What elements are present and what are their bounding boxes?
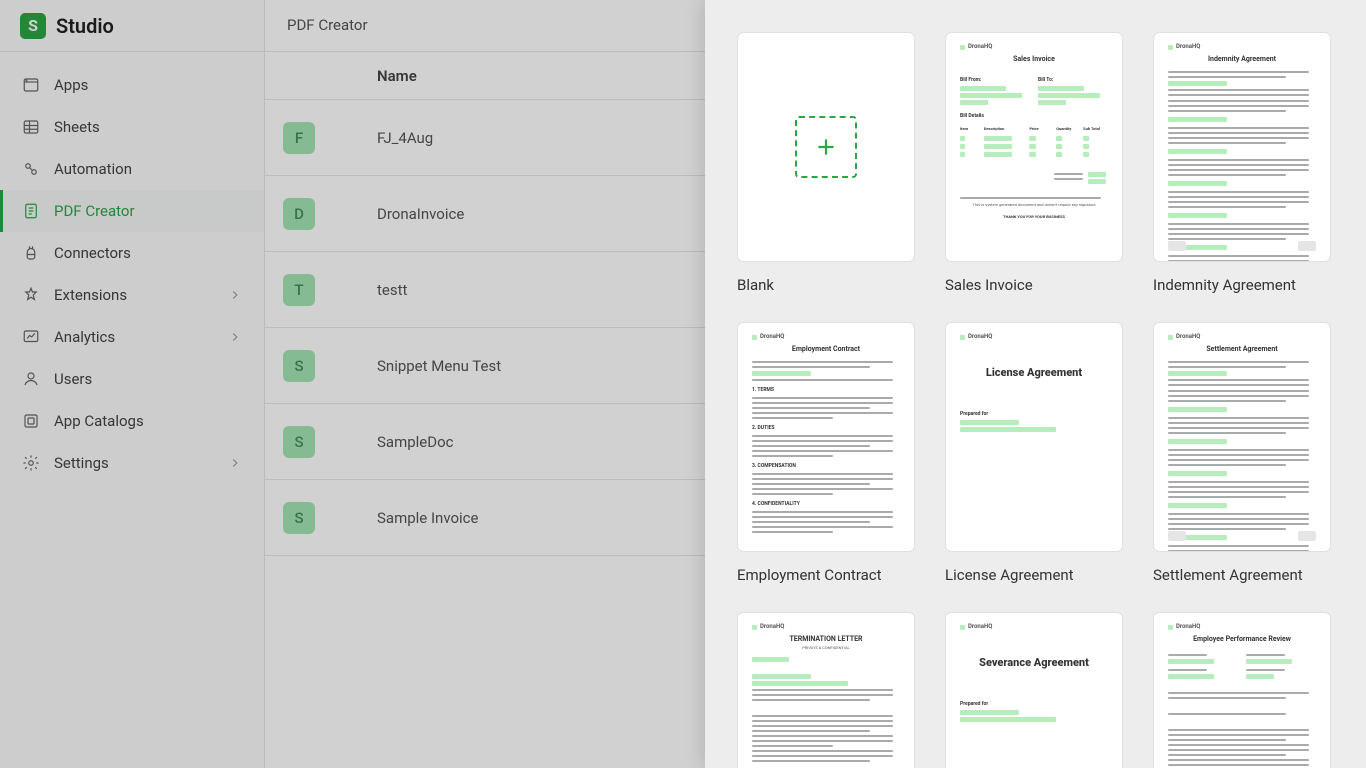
sidebar-item-label: Extensions bbox=[54, 286, 127, 304]
analytics-icon bbox=[22, 328, 40, 346]
sidebar-item-label: App Catalogs bbox=[54, 412, 144, 430]
template-card-employment-contract[interactable]: DronaHQEmployment Contract1. TERMS2. DUT… bbox=[737, 322, 915, 552]
brand: S Studio bbox=[0, 0, 264, 52]
sidebar-item-label: Apps bbox=[54, 76, 88, 94]
template-card-termination-letter[interactable]: DronaHQTERMINATION LETTERPRIVATE & CONFI… bbox=[737, 612, 915, 768]
template-item: DronaHQTERMINATION LETTERPRIVATE & CONFI… bbox=[737, 612, 915, 768]
template-label: License Agreement bbox=[945, 566, 1123, 584]
template-panel: Blank DronaHQSales InvoiceBill From:Bill … bbox=[705, 0, 1366, 768]
chevron-right-icon bbox=[228, 330, 242, 344]
sidebar-item-label: PDF Creator bbox=[54, 202, 135, 220]
row-name: DronaInvoice bbox=[377, 205, 464, 223]
chevron-right-icon bbox=[228, 288, 242, 302]
template-item: DronaHQIndemnity Agreement Indemnity Agre… bbox=[1153, 32, 1331, 294]
row-name: testt bbox=[377, 281, 407, 299]
template-card-sales-invoice[interactable]: DronaHQSales InvoiceBill From:Bill To:Bi… bbox=[945, 32, 1123, 262]
template-item: DronaHQSales InvoiceBill From:Bill To:Bi… bbox=[945, 32, 1123, 294]
template-label: Blank bbox=[737, 276, 915, 294]
brand-logo: S bbox=[20, 13, 46, 39]
template-item: DronaHQSeverance AgreementPrepared for bbox=[945, 612, 1123, 768]
pdf-icon bbox=[22, 202, 40, 220]
template-card-settlement-agreement[interactable]: DronaHQSettlement Agreement bbox=[1153, 322, 1331, 552]
sheets-icon bbox=[22, 118, 40, 136]
sidebar-item-label: Settings bbox=[54, 454, 109, 472]
sidebar-item-app-catalogs[interactable]: App Catalogs bbox=[0, 400, 264, 442]
sidebar-item-connectors[interactable]: Connectors bbox=[0, 232, 264, 274]
row-name: SampleDoc bbox=[377, 433, 454, 451]
row-name: FJ_4Aug bbox=[377, 129, 433, 147]
sidebar: S Studio Apps Sheets Automation PDF Creator… bbox=[0, 0, 265, 768]
sidebar-item-settings[interactable]: Settings bbox=[0, 442, 264, 484]
template-item: DronaHQEmployment Contract1. TERMS2. DUT… bbox=[737, 322, 915, 584]
template-item: Blank bbox=[737, 32, 915, 294]
sidebar-item-label: Automation bbox=[54, 160, 132, 178]
automation-icon bbox=[22, 160, 40, 178]
sidebar-item-analytics[interactable]: Analytics bbox=[0, 316, 264, 358]
template-label: Indemnity Agreement bbox=[1153, 276, 1331, 294]
sidebar-item-apps[interactable]: Apps bbox=[0, 64, 264, 106]
apps-icon bbox=[22, 76, 40, 94]
settings-icon bbox=[22, 454, 40, 472]
chevron-right-icon bbox=[228, 456, 242, 470]
row-avatar: T bbox=[283, 274, 315, 306]
template-item: DronaHQSettlement Agreement Settlement Ag… bbox=[1153, 322, 1331, 584]
sidebar-item-label: Analytics bbox=[54, 328, 115, 346]
sidebar-item-label: Users bbox=[54, 370, 92, 388]
brand-name: Studio bbox=[56, 14, 114, 38]
sidebar-item-pdf-creator[interactable]: PDF Creator bbox=[0, 190, 264, 232]
row-avatar: D bbox=[283, 198, 315, 230]
sidebar-item-automation[interactable]: Automation bbox=[0, 148, 264, 190]
row-avatar: S bbox=[283, 426, 315, 458]
template-card-severance-agreement[interactable]: DronaHQSeverance AgreementPrepared for bbox=[945, 612, 1123, 768]
row-avatar: S bbox=[283, 350, 315, 382]
sidebar-nav: Apps Sheets Automation PDF Creator Connector… bbox=[0, 52, 264, 496]
sidebar-item-label: Connectors bbox=[54, 244, 131, 262]
sidebar-item-extensions[interactable]: Extensions bbox=[0, 274, 264, 316]
template-card-employee-performance-review[interactable]: DronaHQEmployee Performance Review bbox=[1153, 612, 1331, 768]
template-card-license-agreement[interactable]: DronaHQLicense AgreementPrepared for bbox=[945, 322, 1123, 552]
sidebar-item-users[interactable]: Users bbox=[0, 358, 264, 400]
row-name: Sample Invoice bbox=[377, 509, 479, 527]
template-label: Settlement Agreement bbox=[1153, 566, 1331, 584]
users-icon bbox=[22, 370, 40, 388]
sidebar-item-label: Sheets bbox=[54, 118, 100, 136]
template-label: Employment Contract bbox=[737, 566, 915, 584]
extensions-icon bbox=[22, 286, 40, 304]
template-item: DronaHQLicense AgreementPrepared for Lice… bbox=[945, 322, 1123, 584]
catalogs-icon bbox=[22, 412, 40, 430]
connectors-icon bbox=[22, 244, 40, 262]
row-avatar: F bbox=[283, 122, 315, 154]
row-name: Snippet Menu Test bbox=[377, 357, 501, 375]
template-card-blank[interactable] bbox=[737, 32, 915, 262]
template-label: Sales Invoice bbox=[945, 276, 1123, 294]
row-avatar: S bbox=[283, 502, 315, 534]
template-item: DronaHQEmployee Performance Review bbox=[1153, 612, 1331, 768]
sidebar-item-sheets[interactable]: Sheets bbox=[0, 106, 264, 148]
template-grid: Blank DronaHQSales InvoiceBill From:Bill … bbox=[705, 0, 1366, 768]
template-card-indemnity-agreement[interactable]: DronaHQIndemnity Agreement bbox=[1153, 32, 1331, 262]
plus-icon bbox=[795, 116, 857, 178]
